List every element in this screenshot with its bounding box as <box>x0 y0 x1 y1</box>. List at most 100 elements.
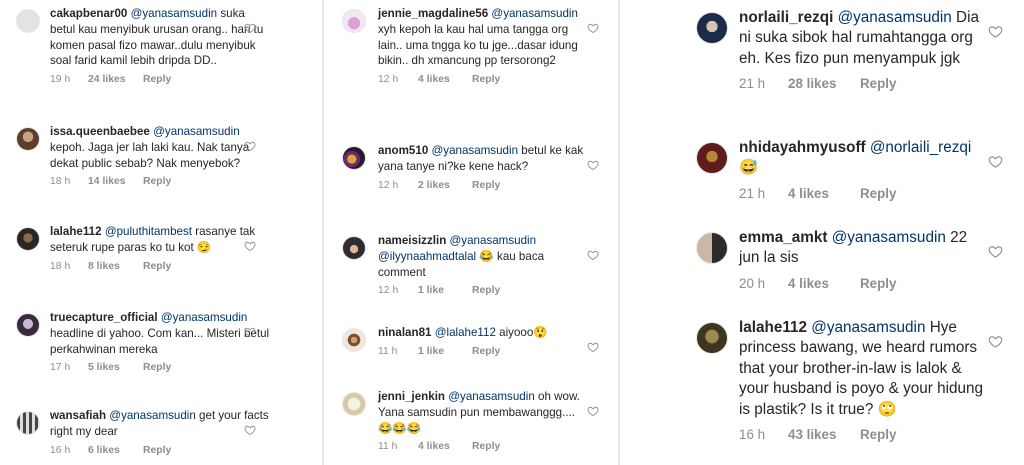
comment-message: aiyooo😲 <box>495 326 548 339</box>
comment-likes[interactable]: 1 like <box>418 285 472 296</box>
reply-button[interactable]: Reply <box>143 362 171 373</box>
comment-username[interactable]: wansafiah <box>50 409 106 422</box>
comment-likes[interactable]: 28 likes <box>788 76 860 91</box>
comment-mention[interactable]: @yanasamsudin <box>491 7 578 20</box>
avatar[interactable] <box>342 328 366 352</box>
avatar[interactable] <box>342 146 366 170</box>
comment-mention[interactable]: @norlaili_rezqi <box>870 139 971 156</box>
reply-button[interactable]: Reply <box>143 74 171 85</box>
avatar[interactable] <box>342 9 366 33</box>
avatar[interactable] <box>696 142 728 174</box>
comment-meta: 16 h 43 likes Reply <box>739 427 987 442</box>
avatar[interactable] <box>342 392 366 416</box>
comment-mention[interactable]: @yanasamsudin <box>448 390 535 403</box>
comment-body: anom510 @yanasamsudin betul ke kak yana … <box>378 143 588 191</box>
comment-timestamp: 19 h <box>50 74 71 86</box>
avatar[interactable] <box>696 322 728 354</box>
like-heart-icon[interactable] <box>244 139 256 157</box>
like-heart-icon[interactable] <box>244 21 256 39</box>
comment-meta: 12 h 4 likes Reply <box>378 74 588 85</box>
comment-username[interactable]: ninalan81 <box>378 326 431 339</box>
comment-text: cakapbenar00 @yanasamsudin suka betul ka… <box>50 6 270 69</box>
comment-username[interactable]: cakapbenar00 <box>50 7 127 20</box>
comment-likes[interactable]: 43 likes <box>788 427 860 442</box>
comment-username[interactable]: jennie_magdaline56 <box>378 7 488 20</box>
comment-mention[interactable]: @puluthitambest <box>105 225 192 238</box>
comment-meta: 12 h 2 likes Reply <box>378 180 588 191</box>
reply-button[interactable]: Reply <box>472 285 500 296</box>
comment-username[interactable]: lalahe112 <box>739 319 807 336</box>
comment-mention[interactable]: @yanasamsudin <box>838 9 952 26</box>
reply-button[interactable]: Reply <box>472 180 500 191</box>
comment-username[interactable]: truecapture_official <box>50 311 158 324</box>
comment-likes[interactable]: 14 likes <box>88 176 143 187</box>
comment-mention[interactable]: @lalahe112 <box>435 326 496 339</box>
like-heart-icon[interactable] <box>988 24 1003 44</box>
comment-likes[interactable]: 24 likes <box>88 74 143 85</box>
comment-message: 😅 <box>739 159 759 177</box>
like-heart-icon[interactable] <box>988 244 1003 264</box>
comment-likes[interactable]: 1 like <box>418 346 472 357</box>
comment-body: emma_amkt @yanasamsudin 22 jun la sis 20 … <box>739 228 987 291</box>
like-heart-icon[interactable] <box>988 154 1003 174</box>
like-heart-icon[interactable] <box>587 404 599 422</box>
avatar[interactable] <box>16 9 40 33</box>
comment-mention[interactable]: @yanasamsudin <box>131 7 218 20</box>
comment-username[interactable]: jenni_jenkin <box>378 390 445 403</box>
reply-button[interactable]: Reply <box>860 76 896 91</box>
avatar[interactable] <box>342 236 366 260</box>
comment-body: nhidayahmyusoff @norlaili_rezqi 😅 21 h 4 l… <box>739 138 987 201</box>
like-heart-icon[interactable] <box>587 248 599 266</box>
comment-username[interactable]: emma_amkt <box>739 229 827 246</box>
comment-mention[interactable]: @yanasamsudin <box>432 144 519 157</box>
reply-button[interactable]: Reply <box>472 346 500 357</box>
like-heart-icon[interactable] <box>244 325 256 343</box>
comment-likes[interactable]: 8 likes <box>88 261 143 272</box>
comment-likes[interactable]: 2 likes <box>418 180 472 191</box>
avatar[interactable] <box>696 12 728 44</box>
like-heart-icon[interactable] <box>244 239 256 257</box>
comment-likes[interactable]: 4 likes <box>788 276 860 291</box>
like-heart-icon[interactable] <box>244 423 256 441</box>
comment-timestamp: 20 h <box>739 275 766 291</box>
comment-username[interactable]: anom510 <box>378 144 428 157</box>
comment-username[interactable]: lalahe112 <box>50 225 102 238</box>
reply-button[interactable]: Reply <box>143 261 171 272</box>
comment-username[interactable]: norlaili_rezqi <box>739 9 833 26</box>
comment-likes[interactable]: 6 likes <box>88 445 143 456</box>
reply-button[interactable]: Reply <box>472 74 500 85</box>
comment-mention[interactable]: @yanasamsudin <box>161 311 248 324</box>
comment-text: wansafiah @yanasamsudin get your facts r… <box>50 408 270 440</box>
reply-button[interactable]: Reply <box>860 427 896 442</box>
comment-timestamp: 21 h <box>739 185 766 201</box>
comments-panel-2: jennie_magdaline56 @yanasamsudin xyh kep… <box>322 0 618 465</box>
like-heart-icon[interactable] <box>587 21 599 39</box>
avatar[interactable] <box>16 313 40 337</box>
avatar[interactable] <box>16 127 40 151</box>
comment-likes[interactable]: 4 likes <box>788 186 860 201</box>
comment-mention[interactable]: @yanasamsudin <box>832 229 946 246</box>
reply-button[interactable]: Reply <box>860 276 896 291</box>
avatar[interactable] <box>696 232 728 264</box>
like-heart-icon[interactable] <box>587 340 599 358</box>
reply-button[interactable]: Reply <box>472 441 500 452</box>
comment-username[interactable]: nameisizzlin <box>378 234 446 247</box>
comment-likes[interactable]: 4 likes <box>418 441 472 452</box>
avatar[interactable] <box>16 227 40 251</box>
comment-likes[interactable]: 5 likes <box>88 362 143 373</box>
comment-meta: 20 h 4 likes Reply <box>739 276 987 291</box>
comment-timestamp: 16 h <box>50 444 71 456</box>
comment-likes[interactable]: 4 likes <box>418 74 472 85</box>
comment-mention[interactable]: @yanasamsudin <box>109 409 196 422</box>
comment-username[interactable]: issa.queenbaebee <box>50 125 150 138</box>
comment-mention[interactable]: @yanasamsudin <box>811 319 925 336</box>
like-heart-icon[interactable] <box>587 158 599 176</box>
comment-username[interactable]: nhidayahmyusoff <box>739 139 866 156</box>
comment-timestamp: 12 h <box>378 285 399 297</box>
like-heart-icon[interactable] <box>988 334 1003 354</box>
comment-mention[interactable]: @yanasamsudin <box>153 125 240 138</box>
reply-button[interactable]: Reply <box>143 445 171 456</box>
reply-button[interactable]: Reply <box>860 186 896 201</box>
avatar[interactable] <box>16 411 40 435</box>
reply-button[interactable]: Reply <box>143 176 171 187</box>
